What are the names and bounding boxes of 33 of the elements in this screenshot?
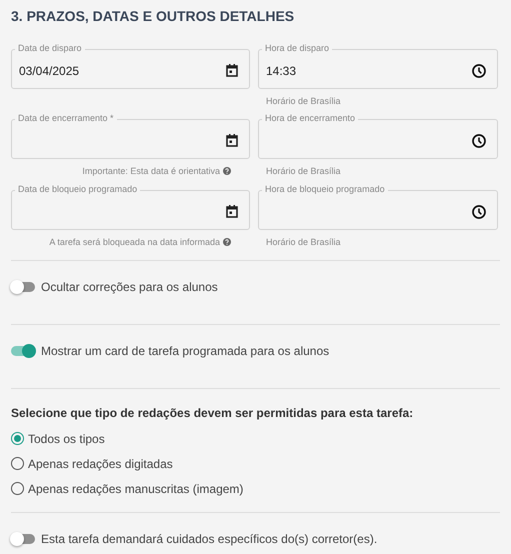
radio-button[interactable] [11, 482, 24, 495]
calendar-icon[interactable] [226, 64, 238, 77]
radio-label: Todos os tipos [28, 432, 105, 446]
toggle-switch[interactable] [11, 346, 35, 356]
section-title: 3. PRAZOS, DATAS E OUTROS DETALHES [11, 7, 296, 26]
helper-text: Importante: Esta data é orientativa [82, 165, 220, 178]
field-label: Data de encerramento * [15, 112, 117, 124]
calendar-icon[interactable] [226, 134, 238, 148]
field-label: Hora de bloqueio programado [262, 182, 388, 195]
clock-icon[interactable] [472, 64, 486, 78]
help-icon[interactable] [223, 238, 231, 246]
field-label: Hora de disparo [262, 42, 332, 54]
toggle-label: Mostrar um card de tarefa programada para os alunos [41, 344, 330, 358]
toggle-label: Ocultar correções para os alunos [41, 280, 218, 294]
clock-icon[interactable] [472, 134, 486, 148]
helper-text: A tarefa será bloqueada na data informada [49, 236, 220, 248]
toggle-switch[interactable] [11, 534, 35, 544]
help-icon[interactable] [223, 167, 231, 176]
toggle-switch[interactable] [11, 282, 35, 292]
clock-icon[interactable] [472, 204, 486, 219]
radio-button[interactable] [11, 432, 24, 445]
toggle-label: Esta tarefa demandará cuidados específicos do(s) corretor(es). [41, 532, 378, 546]
helper-text: Horário de Brasília [266, 236, 341, 248]
radio-button[interactable] [11, 457, 24, 470]
question-text: Selecione que tipo de redações devem ser permitidas para esta tarefa: [11, 405, 414, 422]
helper-text: Horário de Brasília [266, 95, 341, 107]
field-label: Hora de encerramento [262, 112, 358, 124]
calendar-icon[interactable] [226, 204, 238, 218]
field-label: Data de bloqueio programado [15, 182, 140, 195]
radio-label: Apenas redações digitadas [28, 456, 173, 470]
helper-text: Horário de Brasília [266, 165, 341, 178]
field-label: Data de disparo [15, 42, 85, 54]
radio-label: Apenas redações manuscritas (imagem) [28, 482, 244, 496]
